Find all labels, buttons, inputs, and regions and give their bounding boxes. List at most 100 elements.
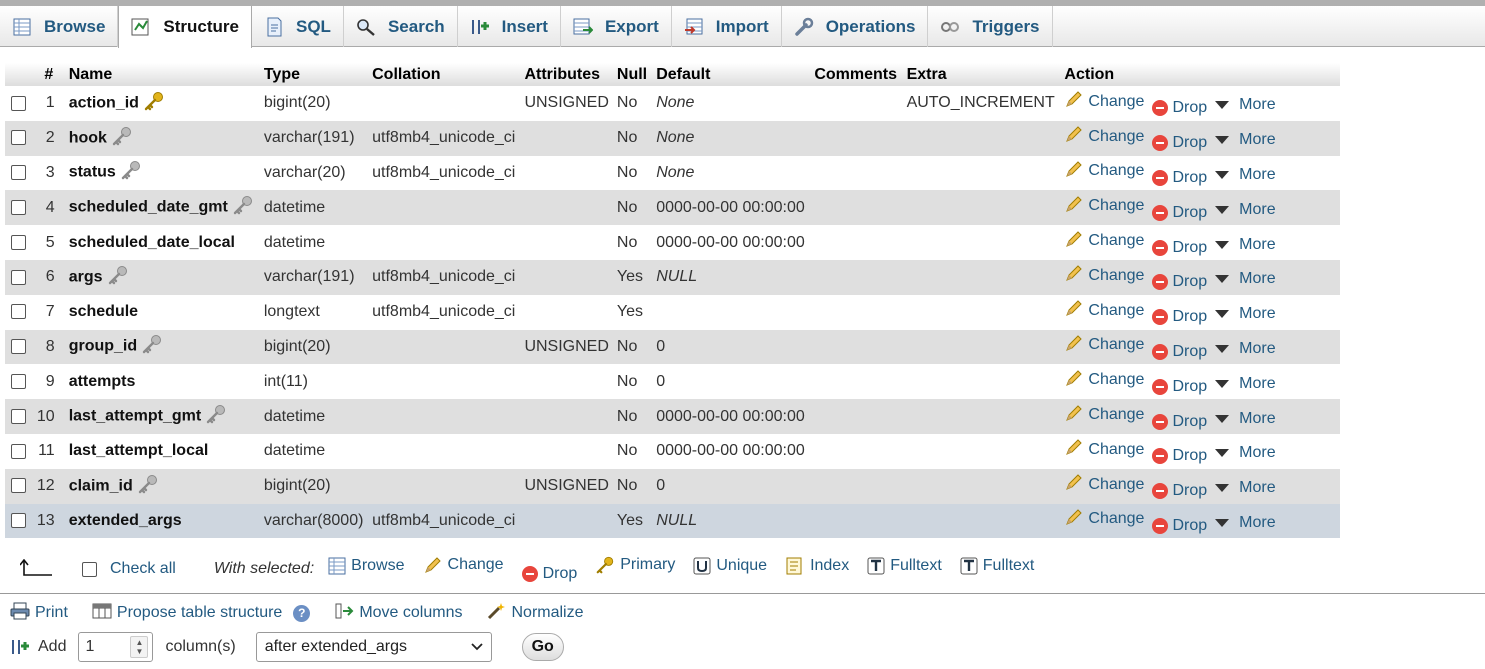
header-comments[interactable]: Comments — [810, 63, 903, 86]
row-checkbox[interactable] — [11, 374, 27, 390]
print-link[interactable]: Print — [10, 602, 68, 625]
column-comments — [810, 259, 903, 295]
header-default[interactable]: Default — [652, 63, 811, 86]
change-link[interactable]: Change — [1064, 229, 1144, 254]
drop-link[interactable]: Drop — [1152, 308, 1207, 326]
drop-link[interactable]: Drop — [1152, 204, 1207, 222]
more-dropdown[interactable]: More — [1215, 131, 1276, 149]
normalize-link[interactable]: Normalize — [486, 602, 584, 625]
tab-operations[interactable]: Operations — [782, 6, 929, 47]
row-checkbox[interactable] — [11, 200, 27, 216]
row-number: 1 — [32, 86, 65, 121]
more-dropdown[interactable]: More — [1215, 514, 1276, 532]
more-dropdown[interactable]: More — [1215, 479, 1276, 497]
row-checkbox[interactable] — [11, 234, 27, 250]
row-checkbox[interactable] — [11, 165, 27, 181]
header-collation[interactable]: Collation — [368, 63, 521, 86]
tab-sql[interactable]: SQL — [252, 6, 344, 47]
change-link[interactable]: Change — [1064, 437, 1144, 462]
more-dropdown[interactable]: More — [1215, 340, 1276, 358]
bulk-fulltext-button[interactable]: Fulltext — [867, 557, 942, 575]
row-checkbox[interactable] — [11, 478, 27, 494]
add-column-row: Add 1 ▲ ▼ column(s) after extended_args G… — [10, 632, 564, 662]
more-dropdown[interactable]: More — [1215, 410, 1276, 428]
drop-link[interactable]: Drop — [1152, 343, 1207, 361]
more-dropdown[interactable]: More — [1215, 201, 1276, 219]
stepper-arrows[interactable]: ▲ ▼ — [130, 636, 149, 658]
change-link[interactable]: Change — [1064, 298, 1144, 323]
drop-link[interactable]: Drop — [1152, 413, 1207, 431]
change-link[interactable]: Change — [1064, 124, 1144, 149]
drop-link[interactable]: Drop — [1152, 134, 1207, 152]
bulk-drop-button[interactable]: Drop — [521, 565, 577, 583]
tab-import[interactable]: Import — [672, 6, 782, 47]
tab-triggers[interactable]: Triggers — [928, 6, 1053, 47]
drop-icon — [1152, 448, 1169, 465]
help-icon[interactable]: ? — [293, 604, 311, 622]
row-checkbox[interactable] — [11, 339, 27, 355]
change-link[interactable]: Change — [1064, 263, 1144, 288]
row-checkbox[interactable] — [11, 443, 27, 459]
bulk-primary-button[interactable]: Primary — [595, 555, 675, 575]
row-actions: Change Drop More — [1060, 225, 1340, 260]
go-button[interactable]: Go — [521, 633, 564, 661]
column-name-cell: last_attempt_local — [64, 433, 260, 469]
more-dropdown[interactable]: More — [1215, 270, 1276, 288]
bulk-browse-button[interactable]: Browse — [328, 557, 405, 575]
position-select-value: after extended_args — [264, 638, 408, 655]
move-columns-link[interactable]: Move columns — [334, 602, 462, 625]
more-dropdown[interactable]: More — [1215, 96, 1276, 114]
more-dropdown[interactable]: More — [1215, 236, 1276, 254]
change-link[interactable]: Change — [1064, 333, 1144, 358]
change-link[interactable]: Change — [1064, 507, 1144, 532]
column-count-stepper[interactable]: 1 ▲ ▼ — [78, 632, 154, 662]
tab-browse[interactable]: Browse — [0, 6, 119, 47]
header-type[interactable]: Type — [259, 63, 369, 86]
bulk-index-button[interactable]: Index — [785, 557, 849, 575]
change-link[interactable]: Change — [1064, 403, 1144, 428]
more-dropdown[interactable]: More — [1215, 375, 1276, 393]
header-null[interactable]: Null — [612, 63, 653, 86]
row-checkbox[interactable] — [11, 408, 27, 424]
column-type: datetime — [259, 399, 369, 434]
tab-search[interactable]: Search — [344, 6, 458, 47]
drop-link[interactable]: Drop — [1152, 273, 1207, 291]
drop-link[interactable]: Drop — [1152, 517, 1207, 535]
pencil-icon — [1064, 263, 1084, 288]
drop-link[interactable]: Drop — [1152, 99, 1207, 117]
drop-link[interactable]: Drop — [1152, 482, 1207, 500]
bulk-unique-button[interactable]: Unique — [693, 557, 767, 575]
propose-structure-link[interactable]: Propose table structure ? — [92, 602, 311, 625]
tab-insert[interactable]: Insert — [458, 6, 561, 47]
bulk-fulltext-button[interactable]: Fulltext — [960, 557, 1034, 575]
more-dropdown[interactable]: More — [1215, 166, 1276, 184]
header-extra[interactable]: Extra — [902, 63, 1061, 86]
header-attributes[interactable]: Attributes — [520, 63, 613, 86]
drop-link[interactable]: Drop — [1152, 239, 1207, 257]
header-name[interactable]: Name — [64, 63, 260, 86]
check-all[interactable]: Check all — [82, 560, 176, 578]
row-checkbox[interactable] — [11, 513, 27, 529]
tab-export[interactable]: Export — [561, 6, 672, 47]
change-link[interactable]: Change — [1064, 368, 1144, 393]
more-dropdown[interactable]: More — [1215, 305, 1276, 323]
change-link[interactable]: Change — [1064, 89, 1144, 114]
check-all-checkbox[interactable] — [82, 561, 97, 577]
drop-link[interactable]: Drop — [1152, 447, 1207, 465]
row-checkbox[interactable] — [11, 130, 27, 146]
bulk-change-button[interactable]: Change — [423, 555, 504, 575]
drop-icon — [1152, 274, 1169, 291]
tab-structure[interactable]: Structure — [118, 6, 252, 48]
row-checkbox[interactable] — [11, 269, 27, 285]
drop-link[interactable]: Drop — [1152, 378, 1207, 396]
change-link[interactable]: Change — [1064, 472, 1144, 497]
position-select[interactable]: after extended_args — [255, 632, 492, 662]
drop-link[interactable]: Drop — [1152, 169, 1207, 187]
more-dropdown[interactable]: More — [1215, 444, 1276, 462]
tab-label: Browse — [44, 16, 106, 36]
change-link[interactable]: Change — [1064, 194, 1144, 219]
change-link[interactable]: Change — [1064, 159, 1144, 184]
row-checkbox[interactable] — [11, 95, 27, 111]
row-checkbox[interactable] — [11, 304, 27, 320]
column-comments — [810, 294, 903, 330]
